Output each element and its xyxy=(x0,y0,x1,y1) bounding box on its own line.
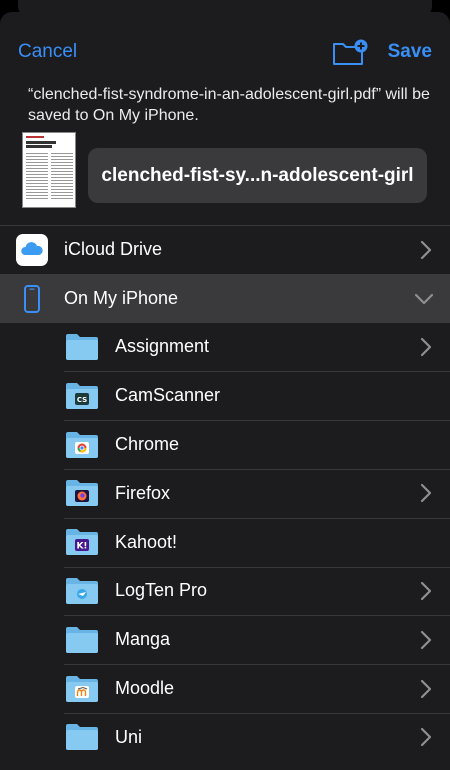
svg-text:CS: CS xyxy=(77,396,87,404)
chevron-right-icon xyxy=(420,581,432,601)
folder-label: Kahoot! xyxy=(115,531,178,552)
filename-field[interactable]: clenched-fist-sy...n-adolescent-girl xyxy=(88,148,427,203)
save-button[interactable]: Save xyxy=(388,41,432,63)
iphone-icon xyxy=(24,284,40,313)
location-on-my-iphone[interactable]: On My iPhone xyxy=(0,273,450,323)
location-label: iCloud Drive xyxy=(64,239,163,260)
chevron-right-icon xyxy=(420,630,432,649)
folder-icon xyxy=(66,675,98,702)
document-thumbnail xyxy=(22,132,76,208)
folder-icon: K! xyxy=(66,529,98,556)
folder-icon xyxy=(66,333,98,360)
folder-icon xyxy=(66,626,98,653)
location-icloud-drive[interactable]: iCloud Drive xyxy=(0,225,450,274)
folder-chrome[interactable]: Chrome xyxy=(0,420,450,469)
folder-moodle[interactable]: Moodle xyxy=(0,664,450,713)
folder-kahoot[interactable]: K! Kahoot! xyxy=(0,517,450,567)
folder-label: Assignment xyxy=(115,336,210,357)
cancel-button[interactable]: Cancel xyxy=(18,41,77,63)
folder-icon: CS xyxy=(66,382,98,409)
folder-logten-pro[interactable]: LogTen Pro xyxy=(0,566,450,616)
folder-label: Moodle xyxy=(115,678,175,699)
chevron-right-icon xyxy=(420,337,432,357)
icloud-drive-icon xyxy=(16,233,48,266)
folder-label: LogTen Pro xyxy=(115,580,208,601)
location-list: iCloud Drive On My iPhone Assignment CS … xyxy=(0,225,450,762)
folder-manga[interactable]: Manga xyxy=(0,615,450,664)
folder-assignment[interactable]: Assignment xyxy=(0,323,450,372)
document-preview-icon xyxy=(23,133,75,207)
chevron-right-icon xyxy=(420,679,432,698)
folder-label: CamScanner xyxy=(115,385,221,406)
svg-text:K!: K! xyxy=(76,542,87,552)
folder-icon xyxy=(66,480,98,507)
new-folder-icon[interactable] xyxy=(332,38,368,68)
folder-label: Manga xyxy=(115,629,171,650)
chevron-right-icon xyxy=(420,240,432,259)
chevron-down-icon[interactable] xyxy=(414,293,434,305)
folder-label: Chrome xyxy=(115,434,180,455)
folder-firefox[interactable]: Firefox xyxy=(0,468,450,518)
folder-icon xyxy=(66,724,98,751)
chevron-right-icon xyxy=(420,728,432,747)
folder-label: Uni xyxy=(115,726,143,747)
folder-uni[interactable]: Uni xyxy=(0,712,450,762)
folder-icon xyxy=(66,431,98,458)
location-label: On My iPhone xyxy=(64,288,179,309)
save-sheet: Cancel Save “clenched-fist-syndrome-in-a… xyxy=(0,12,450,770)
folder-icon xyxy=(66,577,98,604)
save-destination-message: “clenched-fist-syndrome-in-an-adolescent… xyxy=(28,86,430,124)
chevron-right-icon xyxy=(420,484,432,503)
navigation-bar: Cancel Save xyxy=(0,36,450,70)
folder-camscanner[interactable]: CS CamScanner xyxy=(0,371,450,420)
folder-label: Firefox xyxy=(115,482,171,503)
